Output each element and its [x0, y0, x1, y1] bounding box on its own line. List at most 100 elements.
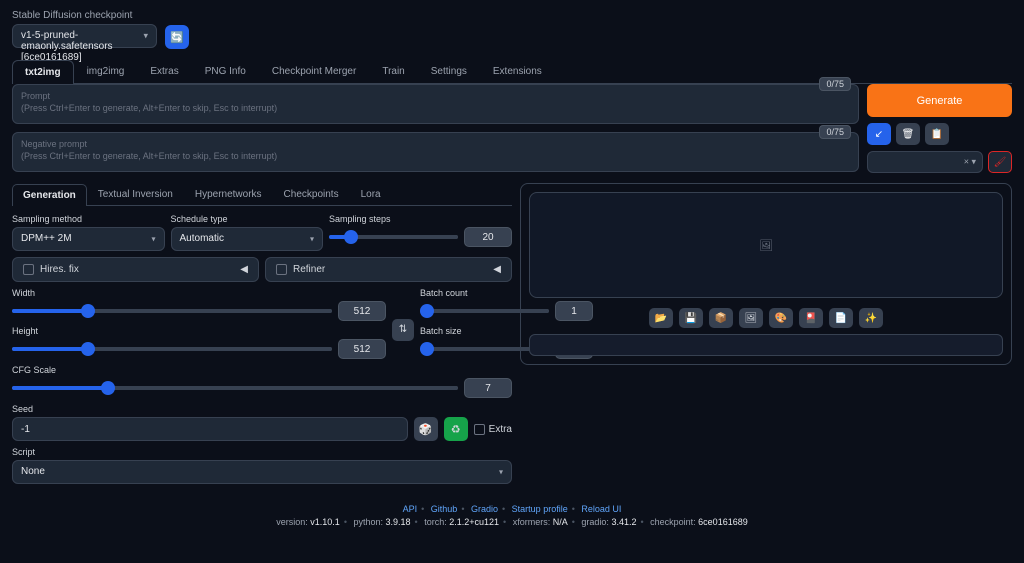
- recycle-icon: ♻: [451, 424, 461, 436]
- dice-icon: 🎲: [419, 424, 433, 436]
- tab-train[interactable]: Train: [369, 59, 417, 83]
- tab-merger[interactable]: Checkpoint Merger: [259, 59, 369, 83]
- neg-prompt-counter: 0/75: [819, 125, 851, 139]
- height-input[interactable]: [338, 339, 386, 359]
- height-slider[interactable]: [12, 347, 332, 351]
- save-button[interactable]: 💾: [679, 308, 703, 328]
- output-image-area: 🖼: [529, 192, 1003, 298]
- subtab-hyper[interactable]: Hypernetworks: [184, 183, 273, 205]
- sampling-steps-label: Sampling steps: [329, 214, 512, 224]
- main-tabs: txt2img img2img Extras PNG Info Checkpoi…: [12, 59, 1012, 84]
- checkpoint-hash: 6ce0161689: [698, 517, 748, 527]
- tab-extras[interactable]: Extras: [137, 59, 191, 83]
- width-input[interactable]: [338, 301, 386, 321]
- startup-link[interactable]: Startup profile: [512, 504, 568, 514]
- hires-label: Hires. fix: [40, 264, 79, 275]
- tab-img2img[interactable]: img2img: [74, 59, 138, 83]
- tab-txt2img[interactable]: txt2img: [12, 60, 74, 84]
- zip-icon: 📦: [715, 313, 727, 324]
- github-link[interactable]: Github: [431, 504, 458, 514]
- trash-icon: 🗑: [902, 129, 915, 140]
- triangle-left-icon: ◀: [493, 264, 501, 275]
- prompt-counter: 0/75: [819, 77, 851, 91]
- sparkle-icon: ✨: [865, 313, 877, 324]
- send-inpaint-button[interactable]: 🎨: [769, 308, 793, 328]
- batch-count-label: Batch count: [420, 288, 512, 298]
- swap-dimensions-button[interactable]: ⇅: [392, 319, 414, 341]
- image-placeholder-icon: 🖼: [759, 239, 773, 252]
- script-label: Script: [12, 447, 512, 457]
- random-seed-button[interactable]: 🎲: [414, 417, 438, 441]
- width-label: Width: [12, 288, 386, 298]
- prompt-input[interactable]: [12, 84, 859, 124]
- grid-icon: 🎴: [805, 313, 817, 324]
- subtab-checkpoints[interactable]: Checkpoints: [273, 183, 350, 205]
- gen-subtabs: Generation Textual Inversion Hypernetwor…: [12, 183, 512, 206]
- send-extras-button[interactable]: 🎴: [799, 308, 823, 328]
- refiner-label: Refiner: [293, 264, 325, 275]
- open-folder-button[interactable]: 📂: [649, 308, 673, 328]
- neg-prompt-input[interactable]: [12, 132, 859, 172]
- zip-button[interactable]: 📦: [709, 308, 733, 328]
- schedule-type-label: Schedule type: [171, 214, 324, 224]
- interrogate-button[interactable]: ↙: [867, 123, 891, 145]
- doc-icon: 📄: [835, 313, 847, 324]
- palette-icon: 🎨: [775, 313, 787, 324]
- script-select[interactable]: None: [12, 460, 512, 484]
- arrow-icon: ↙: [875, 129, 883, 140]
- tab-settings[interactable]: Settings: [418, 59, 480, 83]
- gradio-link[interactable]: Gradio: [471, 504, 498, 514]
- tab-extensions[interactable]: Extensions: [480, 59, 555, 83]
- seed-input[interactable]: [12, 417, 408, 441]
- refiner-accordion[interactable]: Refiner ◀: [265, 257, 512, 282]
- footer: API• Github• Gradio• Startup profile• Re…: [12, 504, 1012, 527]
- generation-info: [529, 334, 1003, 356]
- xformers-value: N/A: [553, 517, 568, 527]
- image-icon: 🖼: [745, 313, 758, 324]
- triangle-left-icon: ◀: [240, 264, 248, 275]
- checkpoint-label: Stable Diffusion checkpoint: [12, 10, 157, 21]
- hires-fix-accordion[interactable]: Hires. fix ◀: [12, 257, 259, 282]
- width-slider[interactable]: [12, 309, 332, 313]
- save-icon: 💾: [685, 313, 697, 324]
- paste-icon: 📋: [931, 129, 943, 140]
- api-link[interactable]: API: [403, 504, 418, 514]
- refresh-checkpoint-button[interactable]: 🔄: [165, 25, 189, 49]
- clear-button[interactable]: 🗑: [896, 123, 920, 145]
- batch-size-label: Batch size: [420, 326, 512, 336]
- subtab-generation[interactable]: Generation: [12, 184, 87, 206]
- subtab-lora[interactable]: Lora: [350, 183, 392, 205]
- python-value: 3.9.18: [386, 517, 411, 527]
- schedule-type-select[interactable]: Automatic: [171, 227, 324, 251]
- folder-icon: 📂: [655, 313, 667, 324]
- doc-button[interactable]: 📄: [829, 308, 853, 328]
- cfg-input[interactable]: [464, 378, 512, 398]
- apply-style-button[interactable]: 🖌: [988, 151, 1012, 173]
- sampling-method-select[interactable]: DPM++ 2M: [12, 227, 165, 251]
- gradio-value: 3.41.2: [611, 517, 636, 527]
- reuse-seed-button[interactable]: ♻: [444, 417, 468, 441]
- hires-checkbox[interactable]: [23, 264, 34, 275]
- checkpoint-select[interactable]: v1-5-pruned-emaonly.safetensors [6ce0161…: [12, 24, 157, 48]
- torch-value: 2.1.2+cu121: [449, 517, 499, 527]
- send-img2img-button[interactable]: 🖼: [739, 308, 763, 328]
- cfg-label: CFG Scale: [12, 365, 512, 375]
- sampling-method-label: Sampling method: [12, 214, 165, 224]
- seed-label: Seed: [12, 404, 512, 414]
- height-label: Height: [12, 326, 386, 336]
- version-value: v1.10.1: [310, 517, 340, 527]
- reload-link[interactable]: Reload UI: [581, 504, 621, 514]
- refresh-icon: 🔄: [170, 31, 184, 44]
- cfg-slider[interactable]: [12, 386, 458, 390]
- subtab-textual[interactable]: Textual Inversion: [87, 183, 184, 205]
- generate-button[interactable]: Generate: [867, 84, 1012, 117]
- tab-pnginfo[interactable]: PNG Info: [192, 59, 259, 83]
- sampling-steps-input[interactable]: [464, 227, 512, 247]
- extra-seed-toggle[interactable]: Extra: [474, 424, 512, 435]
- paste-button[interactable]: 📋: [925, 123, 949, 145]
- refiner-checkbox[interactable]: [276, 264, 287, 275]
- swap-icon: ⇅: [399, 324, 407, 335]
- sampling-steps-slider[interactable]: [329, 235, 458, 239]
- upscale-button[interactable]: ✨: [859, 308, 883, 328]
- styles-select[interactable]: [867, 151, 983, 173]
